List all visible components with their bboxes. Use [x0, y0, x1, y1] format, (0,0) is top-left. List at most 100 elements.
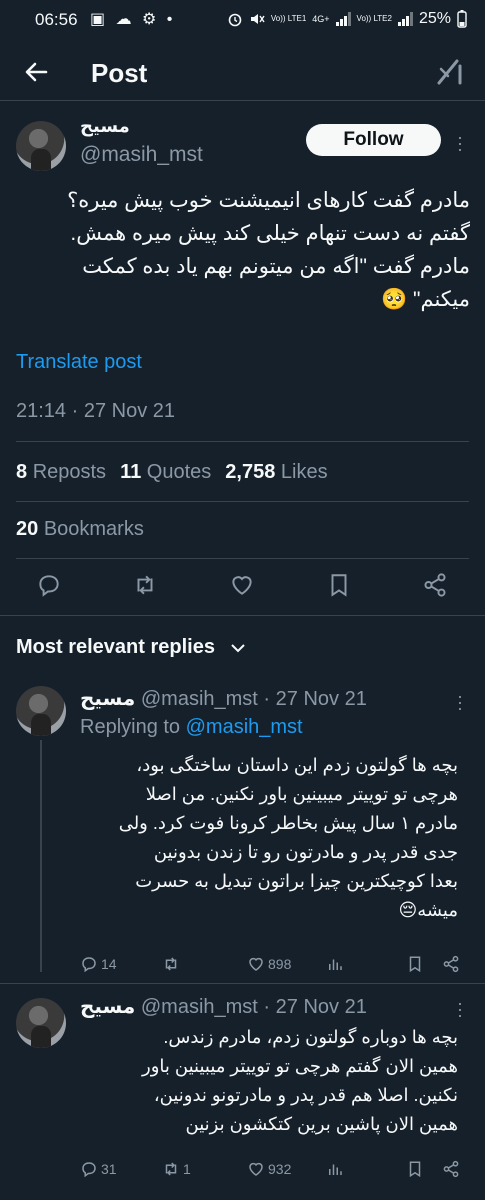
- like-icon: [249, 957, 263, 971]
- reply-icon: [82, 957, 96, 973]
- reply-views-action[interactable]: [326, 1160, 344, 1178]
- top-bar: Post: [0, 44, 485, 100]
- network-lte1: Vo)) LTE1: [270, 14, 307, 23]
- grok-icon[interactable]: [435, 57, 465, 87]
- reply-author-handle-date[interactable]: @masih_mst · 27 Nov 21: [141, 996, 367, 1018]
- post-text-line: مادرم گفت کارهای انیمیشنت خوب پیش میره؟: [67, 189, 470, 212]
- replying-to: Replying to @masih_mst: [80, 716, 303, 738]
- reply-text-line: همین الان گفتم هرچی تو توییتر میبینین با…: [142, 1056, 458, 1076]
- share-icon: [443, 1160, 459, 1178]
- share-icon[interactable]: [422, 572, 448, 598]
- share-icon: [443, 955, 459, 973]
- battery-icon: [457, 10, 467, 28]
- bookmark-icon[interactable]: [326, 572, 352, 598]
- reply-text-line: نکنین. اصلا هم قدر پدر و مادرتونو ندونین…: [153, 1085, 458, 1105]
- thread-line: [40, 740, 42, 972]
- status-right: Vo)) LTE1 4G+ Vo)) LTE2 25%: [227, 10, 467, 28]
- replying-to-handle[interactable]: @masih_mst: [186, 716, 303, 738]
- signal-bars-2-icon: [397, 12, 413, 26]
- post-text-line: مادرم گفت "اگه من میتونم بهم یاد بده کمک…: [82, 255, 470, 278]
- reposts-stat[interactable]: 8 Reposts: [16, 461, 106, 484]
- reply-author-name[interactable]: مسیح: [80, 688, 135, 710]
- replies-sort-dropdown[interactable]: Most relevant replies: [16, 636, 247, 659]
- reply-more-options-icon[interactable]: · · ·: [455, 994, 465, 1024]
- chevron-down-icon: [230, 644, 245, 653]
- bookmark-icon: [409, 1161, 421, 1178]
- reply-share-action[interactable]: [442, 955, 460, 973]
- reply-more-options-icon[interactable]: · · ·: [455, 687, 465, 717]
- views-icon: [329, 959, 342, 970]
- more-options-icon[interactable]: · · ·: [455, 128, 465, 158]
- translate-post-link[interactable]: Translate post: [16, 351, 142, 374]
- reply-divider: [0, 983, 485, 984]
- like-icon: [249, 1162, 263, 1176]
- post-text-line: میکنم" 🥺: [381, 288, 470, 311]
- reply-header: مسیح @masih_mst · 27 Nov 21: [80, 686, 367, 711]
- mute-icon: [250, 14, 265, 24]
- reply-repost-action[interactable]: 1: [162, 1160, 191, 1178]
- avatar[interactable]: [16, 121, 66, 171]
- reply-text-line: همین الان پاشین برین کتکشون بزنین: [185, 1114, 459, 1134]
- like-icon[interactable]: [229, 572, 255, 598]
- reply-repost-action[interactable]: [162, 955, 183, 973]
- reply-reply-action[interactable]: 31: [80, 1160, 117, 1178]
- author-handle[interactable]: @masih_mst: [80, 143, 203, 167]
- reply-text-line: بچه ها گولتون زدم این داستان ساختگی بود،: [136, 755, 458, 775]
- replies-sort-label: Most relevant replies: [16, 636, 215, 658]
- post-text-line: گفتم نه دست تنهام خیلی کند پیش میره همش.: [70, 222, 470, 245]
- repost-icon[interactable]: [132, 572, 158, 598]
- actions-divider: [0, 615, 485, 616]
- reply-share-action[interactable]: [442, 1160, 460, 1178]
- reply-reply-action[interactable]: 14: [80, 955, 117, 973]
- alarm-icon: [228, 13, 242, 27]
- network-type: 4G+: [312, 14, 330, 24]
- stats-divider-mid: [16, 501, 469, 502]
- reply-bookmark-action[interactable]: [406, 955, 424, 973]
- page-title: Post: [91, 58, 148, 88]
- follow-button[interactable]: Follow: [306, 124, 441, 156]
- likes-stat[interactable]: 2,758 Likes: [225, 461, 327, 484]
- reply-like-action[interactable]: 898: [247, 955, 291, 973]
- reply-author-handle-date[interactable]: @masih_mst · 27 Nov 21: [141, 688, 367, 710]
- avatar[interactable]: [16, 998, 66, 1048]
- reply-bookmark-action[interactable]: [406, 1160, 424, 1178]
- avatar[interactable]: [16, 686, 66, 736]
- reply-text-line: میشه😔: [398, 900, 458, 920]
- author-name[interactable]: مسیح: [80, 116, 130, 137]
- status-bar: 06:56 ▣ ☁ ⚙ • Vo)) LTE1 4G+ Vo)) LTE2 25…: [0, 0, 485, 40]
- reply-text-line: مادرم ۱ سال پیش بخاطر کرونا فوت کرد. ولی: [118, 813, 458, 833]
- stats-divider-bottom: [16, 558, 469, 559]
- notification-icons: ▣ ☁ ⚙ •: [90, 11, 176, 28]
- reply-icon[interactable]: [36, 572, 62, 598]
- network-lte2: Vo)) LTE2: [356, 14, 392, 23]
- battery-level: 25%: [418, 10, 451, 27]
- reply-text-line: جدی قدر پدر و مادرتون رو تا زندن بدونین: [153, 842, 458, 862]
- reply-author-name[interactable]: مسیح: [80, 996, 135, 1018]
- reply-like-action[interactable]: 932: [247, 1160, 291, 1178]
- reply-actions: 14 898: [80, 955, 460, 977]
- bookmarks-stat[interactable]: 20 Bookmarks: [16, 518, 144, 541]
- signal-bars-1-icon: [335, 12, 351, 26]
- status-time: 06:56: [35, 10, 78, 29]
- reply-icon: [82, 1162, 96, 1178]
- quotes-stat[interactable]: 11 Quotes: [120, 461, 211, 484]
- reply-header: مسیح @masih_mst · 27 Nov 21: [80, 994, 367, 1019]
- post-timestamp: 21:14 · 27 Nov 21: [16, 400, 175, 422]
- reply-actions: 31 1 932: [80, 1160, 460, 1182]
- stats-divider-top: [16, 441, 469, 442]
- repost-icon: [165, 957, 177, 971]
- post-text: مادرم گفت کارهای انیمیشنت خوب پیش میره؟ …: [16, 184, 470, 316]
- post-stats: 8 Reposts 11 Quotes 2,758 Likes: [16, 461, 328, 484]
- reply-views-action[interactable]: [326, 955, 344, 973]
- reply-text: بچه ها گولتون زدم این داستان ساختگی بود،…: [80, 751, 458, 925]
- header-divider: [0, 100, 485, 101]
- views-icon: [329, 1164, 342, 1175]
- bookmark-icon: [409, 956, 421, 973]
- back-arrow-icon[interactable]: [20, 56, 52, 88]
- reply-text: بچه ها دوباره گولتون زدم، مادرم زندس. هم…: [80, 1023, 458, 1139]
- repost-icon: [165, 1162, 177, 1176]
- reply-text-line: هرچی تو توییتر میبینین باور نکنین. من اص…: [145, 784, 458, 804]
- post-actions: [0, 570, 485, 602]
- reply-text-line: بعدا کوچیکترین چیزا براتون تبدیل به حسرت: [135, 871, 458, 891]
- reply-text-line: بچه ها دوباره گولتون زدم، مادرم زندس.: [163, 1027, 458, 1047]
